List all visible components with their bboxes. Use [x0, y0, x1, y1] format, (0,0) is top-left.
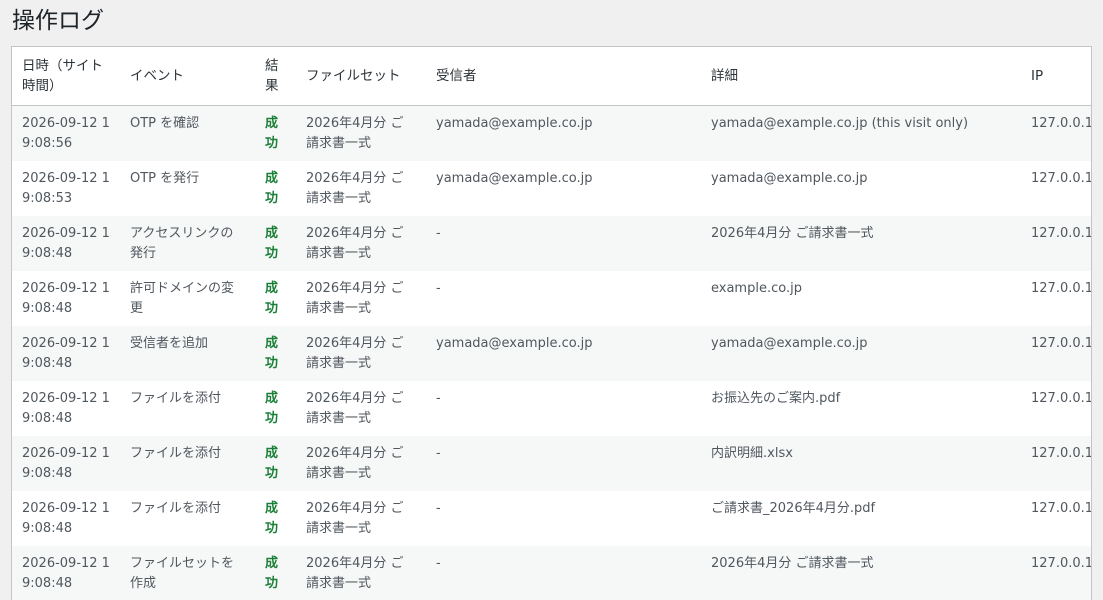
- header-result: 結果: [255, 47, 296, 106]
- table-row: 2026-09-12 19:08:56 OTP を確認 成功 2026年4月分 …: [12, 105, 1091, 161]
- cell-event: OTP を確認: [120, 105, 255, 161]
- cell-recipient: -: [426, 271, 701, 326]
- cell-event: 許可ドメインの変更: [120, 271, 255, 326]
- cell-ip: 127.0.0.1: [1021, 271, 1091, 326]
- table-row: 2026-09-12 19:08:53 OTP を発行 成功 2026年4月分 …: [12, 161, 1091, 216]
- cell-result: 成功: [255, 161, 296, 216]
- table-row: 2026-09-12 19:08:48 ファイルを添付 成功 2026年4月分 …: [12, 491, 1091, 546]
- cell-result: 成功: [255, 436, 296, 491]
- cell-result: 成功: [255, 216, 296, 271]
- cell-ip: 127.0.0.1: [1021, 436, 1091, 491]
- cell-detail: yamada@example.co.jp: [701, 161, 1021, 216]
- cell-date: 2026-09-12 19:08:56: [12, 105, 120, 161]
- cell-ip: 127.0.0.1: [1021, 326, 1091, 381]
- cell-ip: 127.0.0.1: [1021, 546, 1091, 600]
- log-table: 日時（サイト時間） イベント 結果 ファイルセット 受信者 詳細 IP 2026…: [12, 47, 1091, 600]
- table-header: 日時（サイト時間） イベント 結果 ファイルセット 受信者 詳細 IP: [12, 47, 1091, 106]
- cell-event: ファイルを添付: [120, 436, 255, 491]
- cell-detail: 2026年4月分 ご請求書一式: [701, 216, 1021, 271]
- cell-detail: yamada@example.co.jp (this visit only): [701, 105, 1021, 161]
- log-table-container: 日時（サイト時間） イベント 結果 ファイルセット 受信者 詳細 IP 2026…: [11, 46, 1092, 600]
- cell-fileset: 2026年4月分 ご請求書一式: [296, 271, 426, 326]
- cell-fileset: 2026年4月分 ご請求書一式: [296, 436, 426, 491]
- table-row: 2026-09-12 19:08:48 ファイルを添付 成功 2026年4月分 …: [12, 436, 1091, 491]
- header-recipient: 受信者: [426, 47, 701, 106]
- table-row: 2026-09-12 19:08:48 受信者を追加 成功 2026年4月分 ご…: [12, 326, 1091, 381]
- cell-result: 成功: [255, 105, 296, 161]
- header-date: 日時（サイト時間）: [12, 47, 120, 106]
- cell-date: 2026-09-12 19:08:48: [12, 491, 120, 546]
- cell-fileset: 2026年4月分 ご請求書一式: [296, 105, 426, 161]
- cell-recipient: -: [426, 436, 701, 491]
- cell-event: ファイルを添付: [120, 381, 255, 436]
- cell-detail: お振込先のご案内.pdf: [701, 381, 1021, 436]
- cell-ip: 127.0.0.1: [1021, 491, 1091, 546]
- cell-recipient: -: [426, 381, 701, 436]
- cell-fileset: 2026年4月分 ご請求書一式: [296, 491, 426, 546]
- cell-detail: 2026年4月分 ご請求書一式: [701, 546, 1021, 600]
- cell-detail: yamada@example.co.jp: [701, 326, 1021, 381]
- cell-detail: example.co.jp: [701, 271, 1021, 326]
- cell-recipient: -: [426, 216, 701, 271]
- cell-recipient: -: [426, 491, 701, 546]
- page-title: 操作ログ: [12, 8, 104, 34]
- cell-fileset: 2026年4月分 ご請求書一式: [296, 381, 426, 436]
- cell-date: 2026-09-12 19:08:53: [12, 161, 120, 216]
- header-detail: 詳細: [701, 47, 1021, 106]
- header-row: 日時（サイト時間） イベント 結果 ファイルセット 受信者 詳細 IP: [12, 47, 1091, 106]
- cell-date: 2026-09-12 19:08:48: [12, 271, 120, 326]
- cell-event: アクセスリンクの発行: [120, 216, 255, 271]
- cell-date: 2026-09-12 19:08:48: [12, 216, 120, 271]
- cell-ip: 127.0.0.1: [1021, 216, 1091, 271]
- header-ip: IP: [1021, 47, 1091, 106]
- cell-result: 成功: [255, 491, 296, 546]
- cell-detail: ご請求書_2026年4月分.pdf: [701, 491, 1021, 546]
- cell-fileset: 2026年4月分 ご請求書一式: [296, 546, 426, 600]
- cell-recipient: yamada@example.co.jp: [426, 326, 701, 381]
- cell-event: ファイルセットを作成: [120, 546, 255, 600]
- cell-result: 成功: [255, 381, 296, 436]
- cell-date: 2026-09-12 19:08:48: [12, 546, 120, 600]
- cell-date: 2026-09-12 19:08:48: [12, 381, 120, 436]
- table-row: 2026-09-12 19:08:48 ファイルを添付 成功 2026年4月分 …: [12, 381, 1091, 436]
- cell-result: 成功: [255, 326, 296, 381]
- cell-fileset: 2026年4月分 ご請求書一式: [296, 326, 426, 381]
- cell-event: OTP を発行: [120, 161, 255, 216]
- cell-event: ファイルを添付: [120, 491, 255, 546]
- page: 操作ログ 日時（サイト時間） イベント 結果 ファイルセット 受信者 詳細 IP: [0, 0, 1103, 600]
- cell-result: 成功: [255, 546, 296, 600]
- header-fileset: ファイルセット: [296, 47, 426, 106]
- cell-recipient: yamada@example.co.jp: [426, 105, 701, 161]
- header-event: イベント: [120, 47, 255, 106]
- cell-ip: 127.0.0.1: [1021, 105, 1091, 161]
- cell-date: 2026-09-12 19:08:48: [12, 436, 120, 491]
- cell-date: 2026-09-12 19:08:48: [12, 326, 120, 381]
- cell-event: 受信者を追加: [120, 326, 255, 381]
- cell-fileset: 2026年4月分 ご請求書一式: [296, 216, 426, 271]
- cell-result: 成功: [255, 271, 296, 326]
- table-row: 2026-09-12 19:08:48 アクセスリンクの発行 成功 2026年4…: [12, 216, 1091, 271]
- cell-ip: 127.0.0.1: [1021, 381, 1091, 436]
- cell-detail: 内訳明細.xlsx: [701, 436, 1021, 491]
- cell-recipient: -: [426, 546, 701, 600]
- table-row: 2026-09-12 19:08:48 許可ドメインの変更 成功 2026年4月…: [12, 271, 1091, 326]
- table-row: 2026-09-12 19:08:48 ファイルセットを作成 成功 2026年4…: [12, 546, 1091, 600]
- cell-recipient: yamada@example.co.jp: [426, 161, 701, 216]
- cell-ip: 127.0.0.1: [1021, 161, 1091, 216]
- table-body: 2026-09-12 19:08:56 OTP を確認 成功 2026年4月分 …: [12, 105, 1091, 600]
- cell-fileset: 2026年4月分 ご請求書一式: [296, 161, 426, 216]
